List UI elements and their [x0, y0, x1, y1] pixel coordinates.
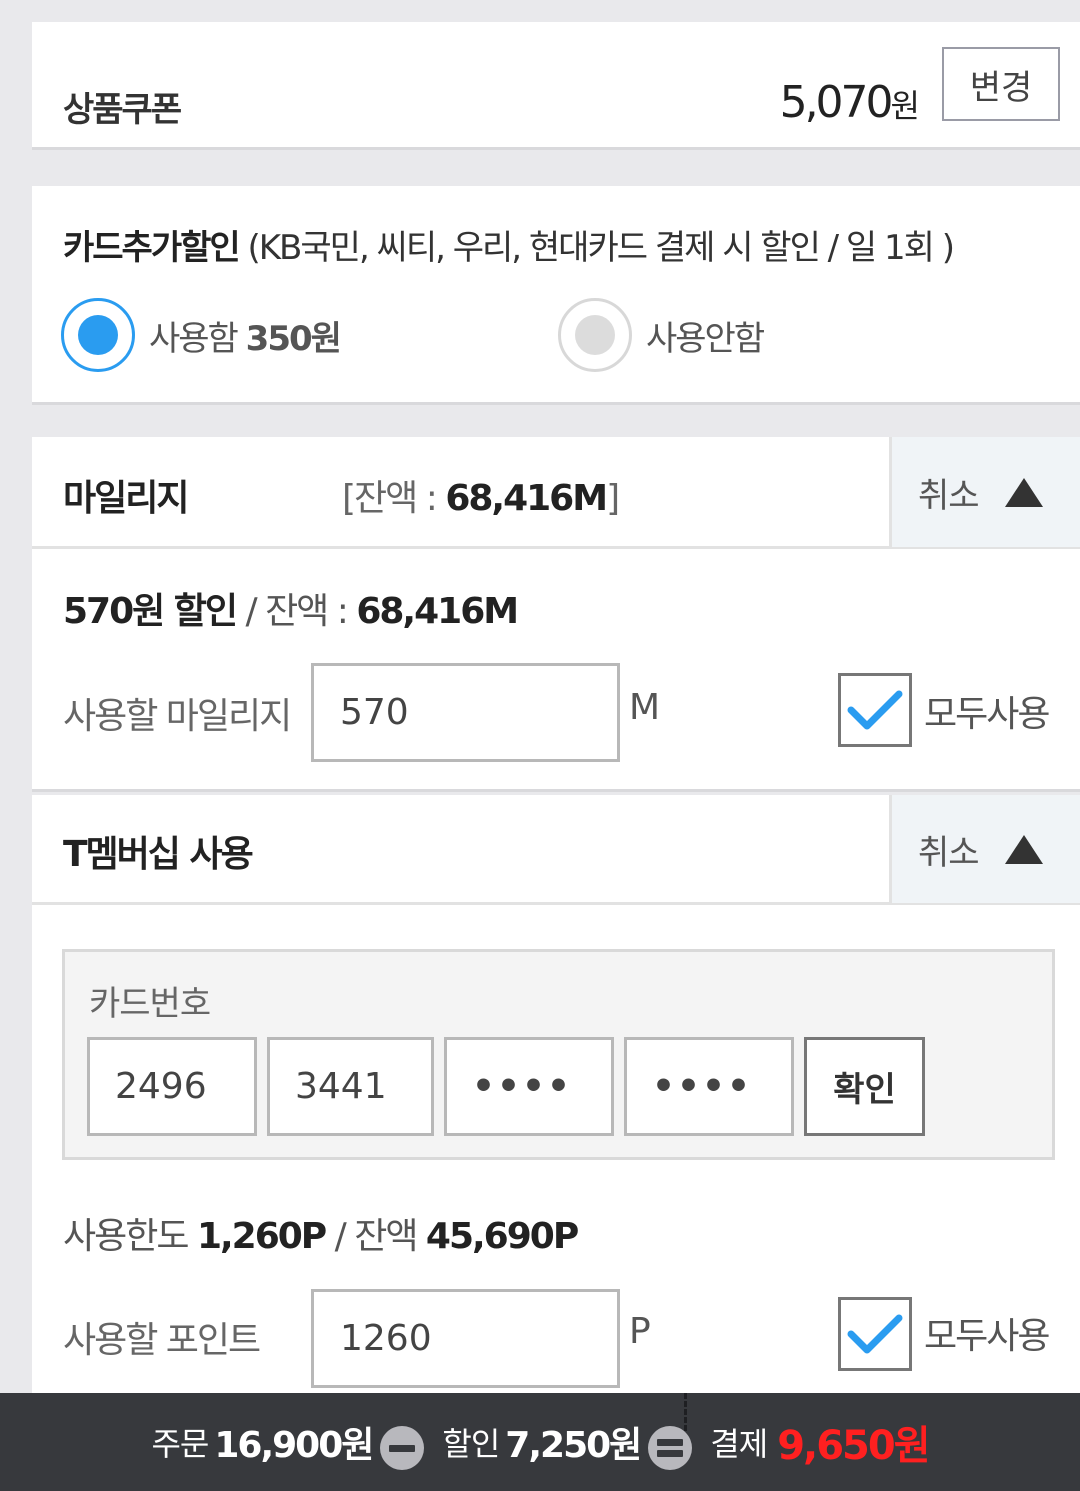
- card-number-label: 카드번호: [89, 984, 211, 1024]
- radio-use-button[interactable]: [61, 298, 135, 372]
- card-number-field-1[interactable]: 2496: [87, 1037, 257, 1136]
- payment-total: 결제 9,650원: [710, 1413, 930, 1471]
- card-discount-title: 카드추가할인 (KB국민, 씨티, 우리, 현대카드 결제 시 할인 / 일 1…: [63, 220, 955, 269]
- radio-nouse-label: 사용안함: [646, 318, 765, 359]
- check-icon: [847, 690, 903, 730]
- card-confirm-button[interactable]: 확인: [804, 1037, 925, 1136]
- points-use-all-label[interactable]: 모두사용: [924, 1307, 1050, 1359]
- tmembership-cancel-label: 취소: [918, 832, 980, 873]
- card-discount-section: 카드추가할인 (KB국민, 씨티, 우리, 현대카드 결제 시 할인 / 일 1…: [32, 186, 1080, 405]
- card-discount-title-bold: 카드추가할인: [63, 228, 241, 268]
- mileage-section: 마일리지 [잔액 : 68,416M] 취소 570원 할인 / 잔액 : 68…: [32, 437, 1080, 792]
- mileage-header: 마일리지 [잔액 : 68,416M] 취소: [32, 437, 1080, 549]
- tmembership-limit-sep: / 잔액: [325, 1216, 426, 1257]
- pay-value: 9,650원: [777, 1423, 930, 1469]
- card-number-field-3[interactable]: ••••: [444, 1037, 614, 1136]
- bar-divider: [684, 1393, 687, 1431]
- mileage-title: 마일리지: [63, 478, 189, 519]
- mileage-cancel-toggle[interactable]: 취소: [889, 437, 1080, 547]
- mileage-use-all-label[interactable]: 모두사용: [924, 685, 1050, 737]
- points-input-label: 사용할 포인트: [63, 1320, 261, 1361]
- radio-option-use[interactable]: 사용함 350원: [61, 298, 342, 372]
- radio-use-amount: 350원: [245, 318, 342, 359]
- discount-label: 할인: [442, 1425, 500, 1463]
- tmembership-balance-value: 45,690P: [425, 1216, 579, 1257]
- coupon-amount-unit: 원: [890, 87, 920, 125]
- mileage-cancel-label: 취소: [918, 475, 980, 516]
- tmembership-summary: 사용한도 1,260P / 잔액 45,690P: [63, 1207, 579, 1259]
- card-number-field-4[interactable]: ••••: [624, 1037, 794, 1136]
- card-number-box: 카드번호 2496 3441 •••• •••• 확인: [62, 949, 1055, 1160]
- mileage-input[interactable]: 570: [311, 663, 620, 762]
- order-total: 주문 16,900원: [151, 1416, 374, 1468]
- card-discount-title-detail: (KB국민, 씨티, 우리, 현대카드 결제 시 할인 / 일 1회 ): [238, 228, 955, 268]
- mileage-use-all-checkbox[interactable]: [838, 673, 912, 747]
- coupon-title: 상품쿠폰: [63, 90, 182, 130]
- radio-dot: [575, 315, 615, 355]
- radio-use-label: 사용함 350원: [149, 311, 342, 360]
- tmembership-cancel-toggle[interactable]: 취소: [889, 795, 1080, 903]
- mileage-summary-sep: / 잔액 :: [236, 591, 357, 632]
- mileage-balance-prefix: [잔액 :: [342, 478, 446, 519]
- coupon-section: 상품쿠폰 5,070원 변경: [32, 22, 1080, 150]
- radio-nouse-button[interactable]: [558, 298, 632, 372]
- discount-total: 할인 7,250원: [442, 1416, 642, 1468]
- equals-icon: [648, 1426, 693, 1470]
- radio-use-text: 사용함: [149, 318, 246, 359]
- points-unit: P: [629, 1311, 651, 1352]
- mileage-summary-discount: 570원 할인: [63, 591, 238, 632]
- payment-summary-bar: 주문 16,900원 할인 7,250원 결제 9,650원: [0, 1393, 1080, 1491]
- tmembership-section: T멤버십 사용 취소 카드번호 2496 3441 •••• •••• 확인 사…: [32, 795, 1080, 1435]
- mileage-balance-value: 68,416M: [445, 478, 608, 519]
- mileage-balance-suffix: ]: [606, 478, 620, 519]
- triangle-up-icon: [1004, 834, 1043, 864]
- tmembership-title: T멤버십 사용: [63, 834, 254, 875]
- coupon-amount-value: 5,070: [779, 77, 894, 128]
- triangle-up-icon: [1004, 477, 1043, 507]
- tmembership-limit-prefix: 사용한도: [63, 1216, 197, 1257]
- mileage-input-label: 사용할 마일리지: [63, 696, 292, 737]
- check-icon: [847, 1314, 903, 1354]
- minus-icon: [380, 1426, 425, 1470]
- coupon-amount: 5,070원: [780, 77, 920, 128]
- tmembership-header: T멤버십 사용 취소: [32, 795, 1080, 905]
- order-label: 주문: [151, 1425, 209, 1463]
- points-use-all-checkbox[interactable]: [838, 1297, 912, 1371]
- mileage-unit: M: [629, 687, 661, 728]
- order-value: 16,900원: [214, 1425, 374, 1466]
- pay-label: 결제: [710, 1425, 768, 1463]
- card-number-field-2[interactable]: 3441: [267, 1037, 434, 1136]
- mileage-balance: [잔액 : 68,416M]: [342, 469, 620, 521]
- discount-value: 7,250원: [505, 1425, 642, 1466]
- radio-dot: [78, 315, 118, 355]
- coupon-change-button[interactable]: 변경: [942, 47, 1060, 121]
- tmembership-limit-value: 1,260P: [196, 1216, 327, 1257]
- mileage-summary: 570원 할인 / 잔액 : 68,416M: [63, 582, 519, 634]
- radio-option-nouse[interactable]: 사용안함: [558, 298, 765, 372]
- mileage-summary-balance: 68,416M: [356, 591, 519, 632]
- points-input[interactable]: 1260: [311, 1289, 620, 1388]
